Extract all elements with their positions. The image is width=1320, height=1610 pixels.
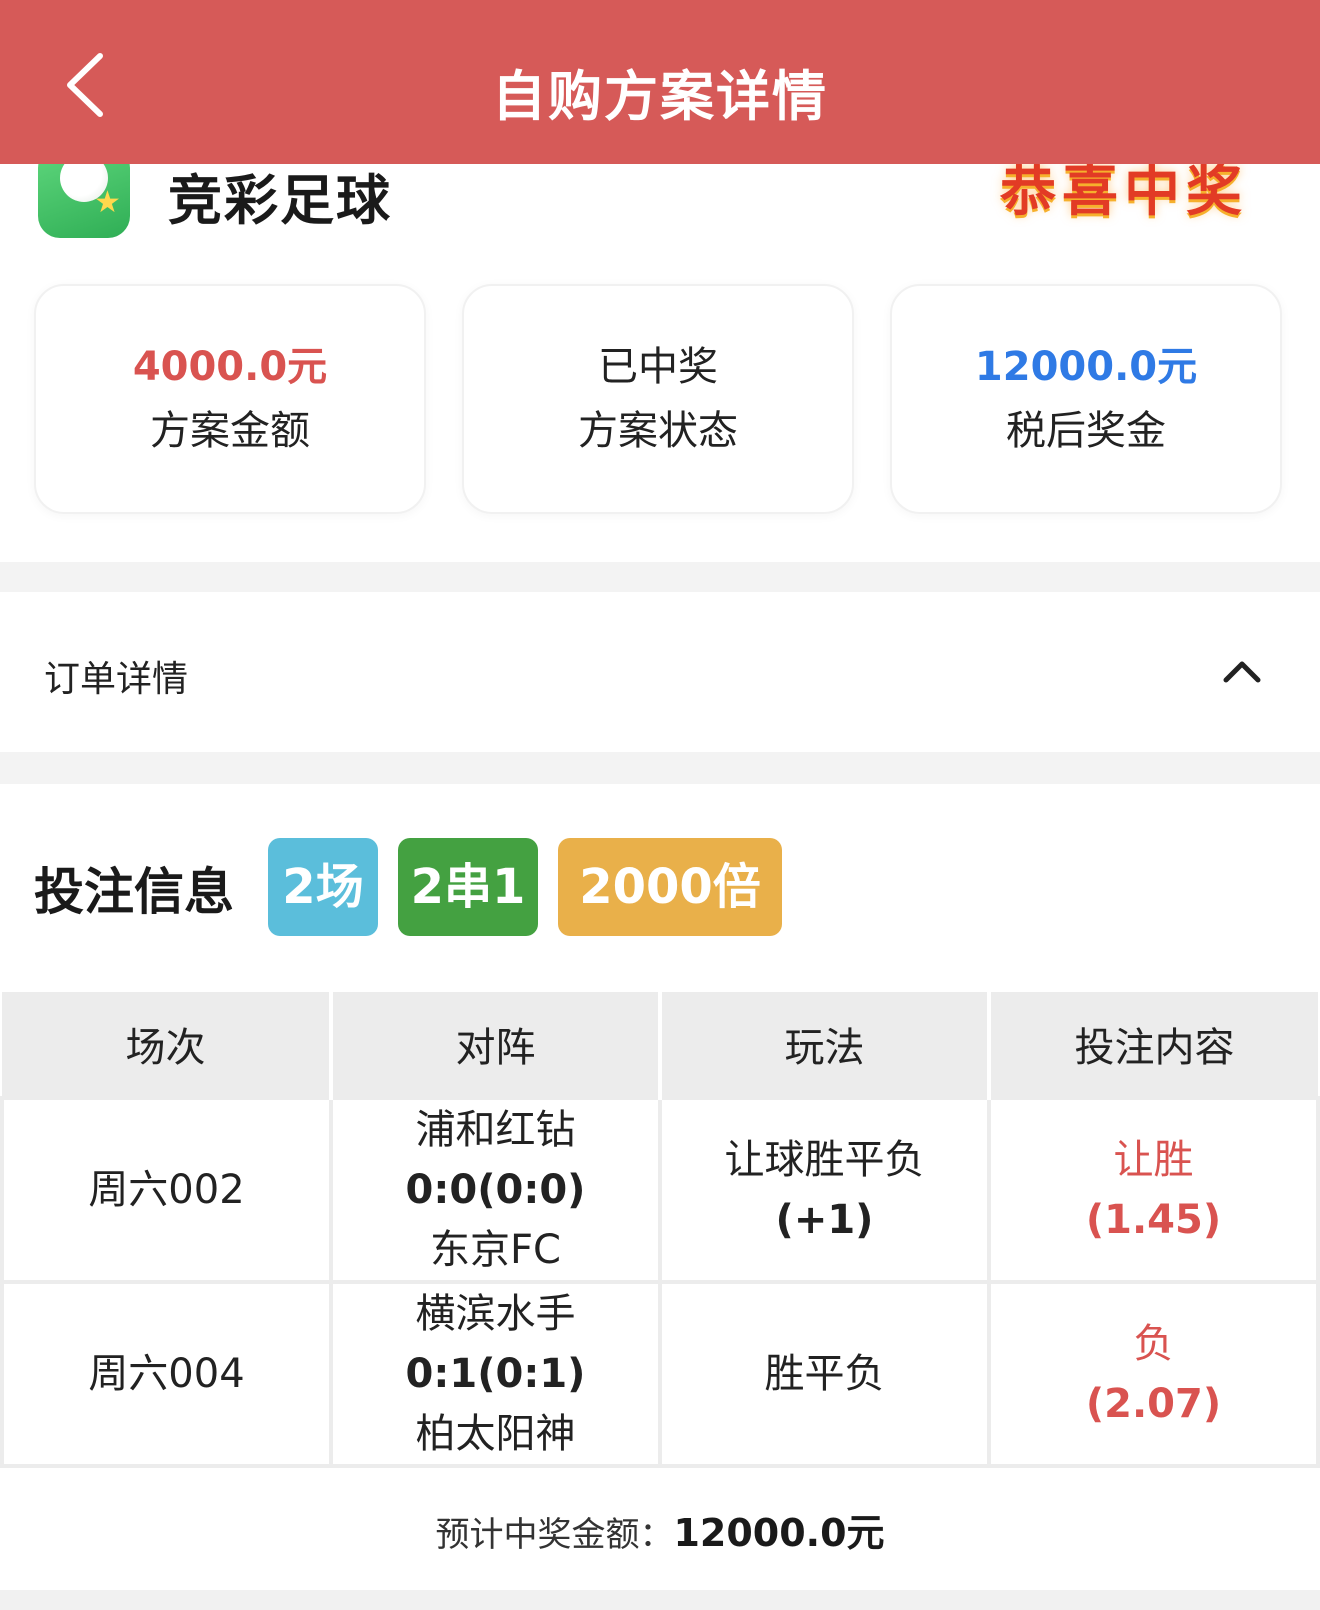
odds: (2.07) [1085, 1381, 1222, 1427]
order-detail-label: 订单详情 [44, 659, 189, 700]
play-type: 胜平负 [764, 1351, 885, 1397]
expected-prize-label: 预计中奖金额： [435, 1515, 674, 1555]
lottery-name: 竞彩足球 [168, 169, 392, 232]
match-no: 周六004 [88, 1351, 245, 1397]
page-title: 自购方案详情 [492, 65, 828, 128]
prize-label: 税后奖金 [1006, 408, 1166, 454]
bottom-divider [0, 1590, 1320, 1610]
col-header-bet-content: 投注内容 [989, 992, 1318, 1098]
summary-card-amount: 4000.0元 方案金额 [34, 284, 426, 514]
parlay-type-tag: 2串1 [398, 838, 538, 936]
bet-table: 场次 对阵 玩法 投注内容 周六002 浦和红钻 0:0(0:0) 东京FC 让… [0, 992, 1320, 1468]
section-divider [0, 752, 1320, 784]
plan-status-label: 方案状态 [578, 408, 738, 454]
col-header-play-type: 玩法 [660, 992, 991, 1098]
match-no-cell: 周六002 [0, 1096, 333, 1284]
play-type-cell: 胜平负 [658, 1280, 991, 1468]
section-divider [0, 562, 1320, 592]
expected-prize: 预计中奖金额：12000.0元 [0, 1502, 1320, 1557]
table-header-row: 场次 对阵 玩法 投注内容 [2, 992, 1318, 1098]
nav-bar: 自购方案详情 [0, 0, 1320, 164]
away-team: 东京FC [430, 1227, 561, 1273]
chevron-up-icon[interactable] [1222, 656, 1262, 686]
expected-prize-amount: 12000.0元 [673, 1511, 885, 1555]
table-row: 周六004 横滨水手 0:1(0:1) 柏太阳神 胜平负 负 (2.07) [0, 1280, 1320, 1468]
matchup-cell: 浦和红钻 0:0(0:0) 东京FC [329, 1096, 662, 1284]
match-no-cell: 周六004 [0, 1280, 333, 1468]
score: 0:0(0:0) [405, 1167, 586, 1213]
away-team: 柏太阳神 [415, 1411, 576, 1457]
col-header-match-no: 场次 [2, 992, 333, 1098]
play-type-cell: 让球胜平负 (+1) [658, 1096, 991, 1284]
home-team: 浦和红钻 [415, 1107, 576, 1153]
odds: (1.45) [1085, 1197, 1222, 1243]
plan-status-value: 已中奖 [598, 344, 718, 390]
bet-info-title: 投注信息 [34, 863, 234, 921]
plan-amount-value: 4000.0元 [132, 344, 328, 390]
bet-content-cell: 让胜 (1.45) [987, 1096, 1320, 1284]
pick: 负 [1133, 1321, 1174, 1367]
match-no: 周六002 [88, 1167, 245, 1213]
matchup-cell: 横滨水手 0:1(0:1) 柏太阳神 [329, 1280, 662, 1468]
summary-card-prize: 12000.0元 税后奖金 [890, 284, 1282, 514]
summary-cards: 4000.0元 方案金额 已中奖 方案状态 12000.0元 税后奖金 [34, 284, 1284, 514]
col-header-matchup: 对阵 [331, 992, 662, 1098]
pick: 让胜 [1113, 1137, 1194, 1183]
home-team: 横滨水手 [415, 1291, 576, 1337]
summary-card-status: 已中奖 方案状态 [462, 284, 854, 514]
prize-value: 12000.0元 [974, 344, 1198, 390]
order-detail-row[interactable]: 订单详情 [0, 596, 1320, 748]
play-type: 让球胜平负 [724, 1137, 925, 1183]
score: 0:1(0:1) [405, 1351, 586, 1397]
match-count-tag: 2场 [268, 838, 378, 936]
handicap: (+1) [775, 1197, 874, 1243]
bet-info-header: 投注信息 2场 2串1 2000倍 [0, 830, 1320, 940]
plan-amount-label: 方案金额 [150, 408, 310, 454]
bet-content-cell: 负 (2.07) [987, 1280, 1320, 1468]
table-row: 周六002 浦和红钻 0:0(0:0) 东京FC 让球胜平负 (+1) 让胜 (… [0, 1096, 1320, 1284]
multiplier-tag: 2000倍 [558, 838, 782, 936]
